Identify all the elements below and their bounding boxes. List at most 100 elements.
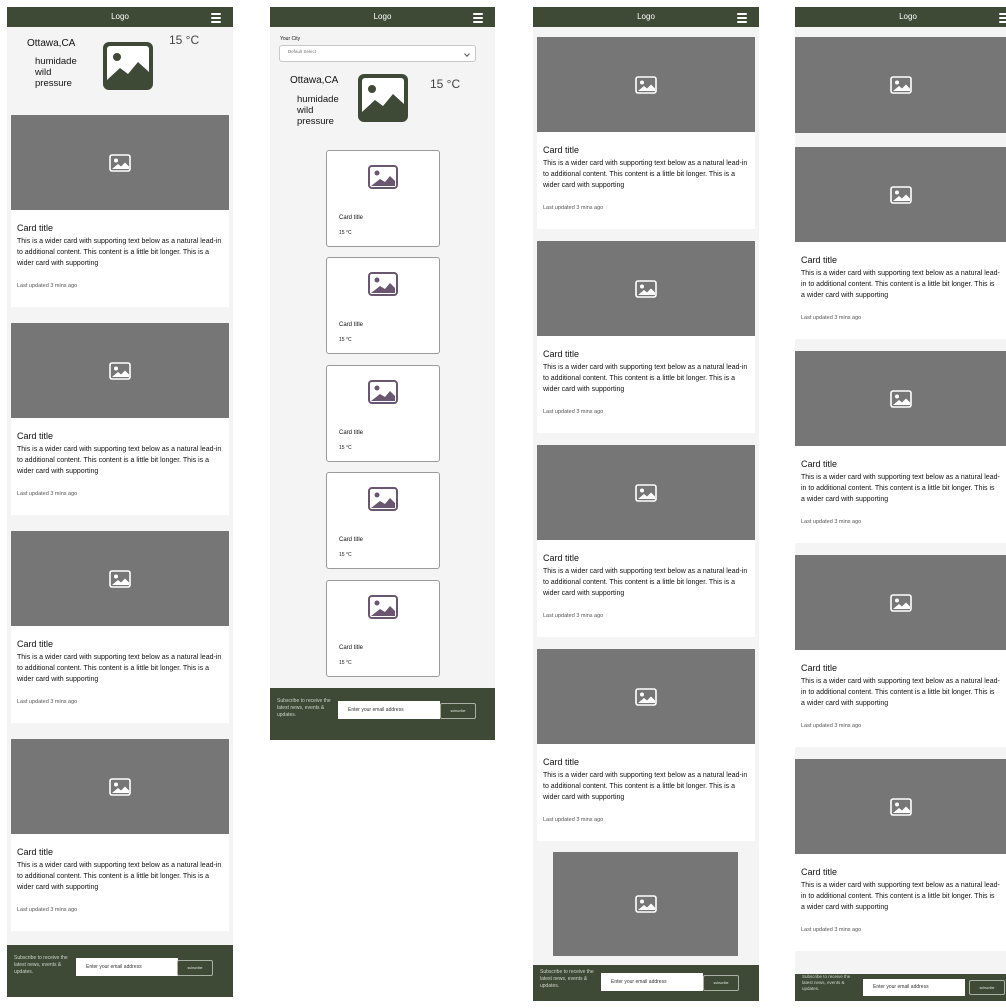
city-name: Ottawa,CA [27, 38, 76, 49]
logo[interactable]: Logo [795, 7, 1006, 27]
navbar: Logo [270, 7, 495, 27]
subscribe-text: Subscribe to receive the latest news, ev… [802, 974, 851, 991]
subscribe-button[interactable]: subscribe [969, 980, 1005, 995]
card-image [795, 555, 1006, 650]
card-image [537, 649, 755, 744]
navbar: Logo [7, 7, 233, 27]
news-card[interactable]: Card title This is a wider card with sup… [795, 555, 1006, 747]
image-placeholder-icon [889, 593, 912, 612]
subscribe-text: Subscribe to receive the latest news, ev… [540, 969, 594, 989]
card-title: Card title [801, 255, 838, 265]
email-input[interactable]: Enter your email address [863, 979, 965, 996]
forecast-card[interactable]: Card title 15 °C [326, 365, 440, 462]
card-title: Card title [17, 847, 54, 857]
card-image[interactable] [795, 37, 1006, 133]
forecast-card-title: Card title [339, 215, 364, 221]
subscribe-button[interactable]: subscribe [177, 960, 213, 976]
card-title: Card title [801, 867, 838, 877]
image-placeholder-icon [889, 389, 912, 408]
subscribe-button[interactable]: subscribe [440, 703, 476, 719]
weather-stats: humidade wild pressure [297, 94, 339, 127]
card-updated: Last updated 3 mins ago [17, 699, 78, 705]
card-title: Card title [543, 553, 580, 563]
card-text: This is a wider card with supporting tex… [543, 364, 748, 393]
hamburger-menu-icon[interactable] [211, 13, 221, 25]
news-card[interactable]: Card title This is a wider card with sup… [537, 241, 755, 433]
forecast-card[interactable]: Card title 15 °C [326, 580, 440, 677]
card-title: Card title [543, 349, 580, 359]
image-placeholder-icon [368, 272, 398, 296]
forecast-card[interactable]: Card title 15 °C [326, 150, 440, 247]
card-image [537, 445, 755, 540]
news-card[interactable]: Card title This is a wider card with sup… [11, 739, 229, 931]
hamburger-menu-icon[interactable] [737, 13, 747, 25]
screen-3: Logo Card title This is a wider card wit… [533, 7, 759, 1001]
card-image [11, 739, 229, 834]
navbar: Logo [533, 7, 759, 27]
hamburger-menu-icon[interactable] [999, 13, 1006, 25]
card-title: Card title [543, 757, 580, 767]
news-card[interactable]: Card title This is a wider card with sup… [795, 351, 1006, 543]
card-updated: Last updated 3 mins ago [543, 205, 604, 211]
card-updated: Last updated 3 mins ago [17, 491, 78, 497]
city-select[interactable]: Default Select [279, 45, 476, 62]
card-image [795, 759, 1006, 854]
news-card[interactable]: Card title This is a wider card with sup… [537, 37, 755, 229]
card-text: This is a wider card with supporting tex… [543, 772, 748, 801]
logo[interactable]: Logo [270, 7, 495, 27]
card-updated: Last updated 3 mins ago [543, 613, 604, 619]
screen-4: Logo Card title This is a wider card wit… [795, 7, 1006, 1001]
card-text: This is a wider card with supporting tex… [17, 654, 222, 683]
image-placeholder-icon [635, 483, 657, 502]
subscribe-footer: Subscribe to receive the latest news, ev… [533, 965, 759, 1001]
weather-summary: Ottawa,CA humidade wild pressure 15 °C [7, 27, 233, 115]
temperature: 15 °C [169, 33, 200, 47]
card-updated: Last updated 3 mins ago [801, 315, 862, 321]
email-input[interactable]: Enter your email address [76, 958, 178, 976]
card-text: This is a wider card with supporting tex… [801, 474, 1000, 503]
email-input[interactable]: Enter your email address [601, 973, 703, 991]
pressure-label: pressure [297, 116, 334, 127]
card-updated: Last updated 3 mins ago [801, 723, 862, 729]
chevron-down-icon [464, 51, 470, 57]
news-card[interactable]: Card title This is a wider card with sup… [537, 649, 755, 841]
image-placeholder-icon [635, 75, 657, 94]
news-card[interactable]: Card title This is a wider card with sup… [11, 531, 229, 723]
wind-label: wild [35, 67, 52, 78]
card-image [537, 37, 755, 132]
forecast-card-temp: 15 °C [339, 230, 352, 236]
card-image [795, 147, 1006, 242]
image-placeholder-icon [109, 153, 131, 172]
image-placeholder-icon [634, 895, 657, 913]
card-text: This is a wider card with supporting tex… [17, 446, 222, 475]
wind-label: wild [297, 105, 314, 116]
card-updated: Last updated 3 mins ago [801, 519, 862, 525]
card-updated: Last updated 3 mins ago [543, 409, 604, 415]
image-placeholder-icon [368, 487, 398, 511]
card-image [795, 351, 1006, 446]
news-card[interactable]: Card title This is a wider card with sup… [795, 759, 1006, 951]
weather-image-icon [358, 74, 408, 122]
forecast-card[interactable]: Card title 15 °C [326, 257, 440, 354]
news-card[interactable]: Card title This is a wider card with sup… [795, 147, 1006, 339]
logo[interactable]: Logo [7, 7, 233, 27]
hamburger-menu-icon[interactable] [473, 13, 483, 25]
image-placeholder-icon [889, 797, 912, 816]
card-image [537, 241, 755, 336]
email-input[interactable]: Enter your email address [338, 701, 440, 719]
card-image [11, 115, 229, 210]
subscribe-footer: Subscribe to receive the latest news, ev… [7, 945, 233, 997]
news-card[interactable]: Card title This is a wider card with sup… [537, 445, 755, 637]
card-image[interactable] [553, 852, 738, 956]
image-placeholder-icon [889, 185, 912, 204]
image-placeholder-icon [635, 687, 657, 706]
card-title: Card title [543, 145, 580, 155]
card-image [11, 323, 229, 418]
logo[interactable]: Logo [533, 7, 759, 27]
subscribe-button[interactable]: subscribe [703, 975, 739, 991]
news-card[interactable]: Card title This is a wider card with sup… [11, 323, 229, 515]
card-text: This is a wider card with supporting tex… [801, 270, 1000, 299]
card-updated: Last updated 3 mins ago [801, 927, 862, 933]
forecast-card[interactable]: Card title 15 °C [326, 472, 440, 569]
news-card[interactable]: Card title This is a wider card with sup… [11, 115, 229, 307]
